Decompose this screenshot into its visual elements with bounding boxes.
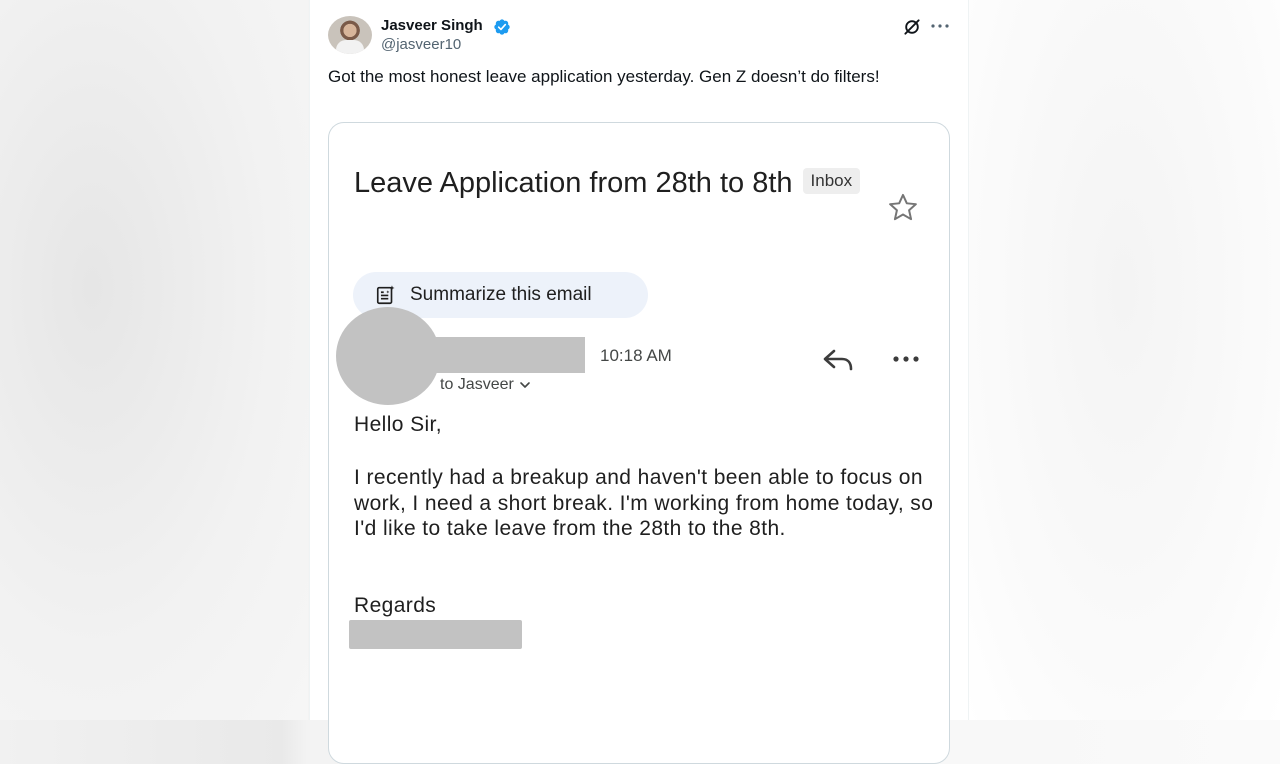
- tweet-card: Jasveer Singh @jasveer10 Got the most ho…: [309, 0, 969, 764]
- author-avatar[interactable]: [328, 16, 372, 54]
- chevron-down-icon: [520, 381, 530, 388]
- recipient-line: to Jasveer: [440, 376, 532, 394]
- recipient-text: to Jasveer: [440, 376, 514, 393]
- author-handle[interactable]: @jasveer10: [381, 36, 461, 53]
- tweet-text: Got the most honest leave application ye…: [328, 67, 880, 86]
- email-greeting: Hello Sir,: [354, 413, 443, 436]
- email-more-icon: [893, 356, 919, 362]
- inbox-label-chip: Inbox: [802, 168, 861, 195]
- email-subject-text: Leave Application from 28th to 8th: [354, 167, 793, 199]
- summarize-icon: [376, 285, 395, 305]
- email-subject: Leave Application from 28th to 8th Inbox: [354, 163, 864, 204]
- verified-badge-icon: [494, 19, 510, 35]
- grok-icon[interactable]: [902, 17, 922, 37]
- signature-redaction: [349, 620, 522, 649]
- background-right: [968, 0, 1280, 720]
- sender-avatar-redaction: [336, 307, 440, 405]
- email-screenshot[interactable]: Leave Application from 28th to 8th Inbox …: [328, 122, 950, 764]
- reply-icon: [823, 349, 853, 371]
- email-time: 10:18 AM: [600, 346, 672, 365]
- more-icon[interactable]: [928, 14, 952, 38]
- background-left: [0, 0, 308, 720]
- email-closing: Regards: [354, 594, 437, 617]
- summarize-label: Summarize this email: [410, 284, 592, 305]
- author-name[interactable]: Jasveer Singh: [381, 17, 483, 34]
- email-body: I recently had a breakup and haven't bee…: [354, 466, 934, 540]
- star-icon: [889, 193, 917, 221]
